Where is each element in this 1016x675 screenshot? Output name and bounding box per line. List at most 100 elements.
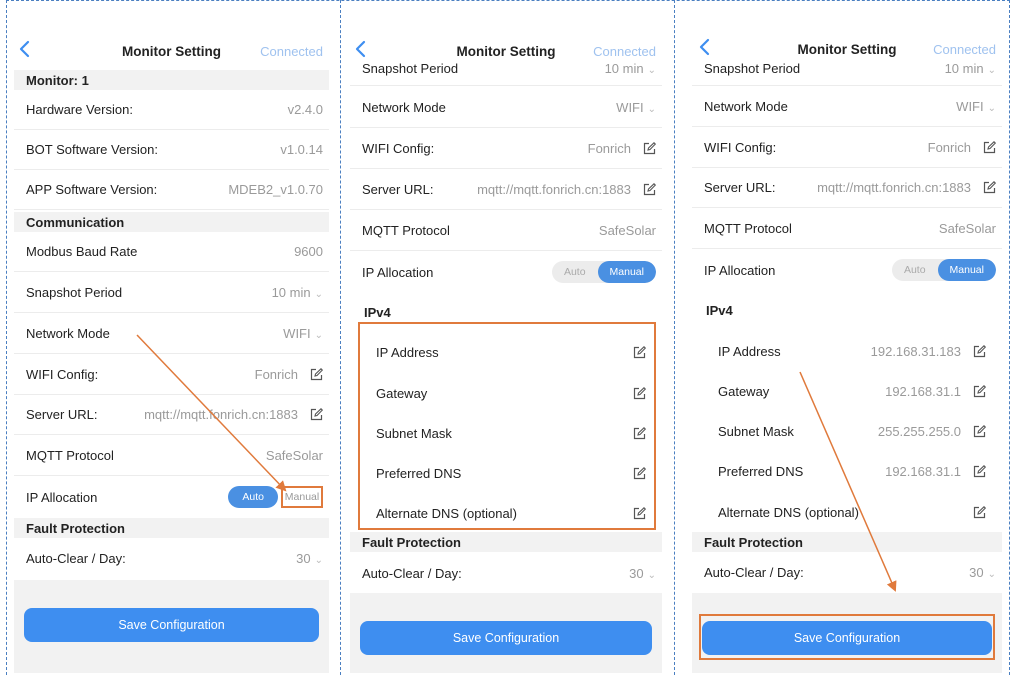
row-mqtt-protocol[interactable]: MQTT Protocol SafeSolar	[14, 436, 329, 476]
edit-icon[interactable]	[643, 183, 656, 196]
edit-icon[interactable]	[643, 142, 656, 155]
save-configuration-button[interactable]: Save Configuration	[24, 608, 319, 642]
edit-icon[interactable]	[983, 141, 996, 154]
row-label: Alternate DNS (optional)	[376, 505, 517, 521]
section-fault-protection: Fault Protection	[14, 518, 329, 538]
row-value: Fonrich	[927, 140, 971, 155]
auto-option[interactable]: Auto	[552, 261, 598, 283]
row-label: Snapshot Period	[362, 61, 459, 76]
row-value: SafeSolar	[265, 448, 323, 463]
row-gateway[interactable]: Gateway 192.168.31.1	[692, 371, 1002, 411]
row-value: v2.4.0	[287, 102, 323, 117]
row-value: mqtt://mqtt.fonrich.cn:1883	[477, 182, 631, 197]
row-bot-software-version: BOT Software Version: v1.0.14	[14, 130, 329, 170]
chevron-down-icon: ⌄	[314, 554, 323, 566]
row-hardware-version: Hardware Version: v2.4.0	[14, 90, 329, 130]
save-configuration-button[interactable]: Save Configuration	[702, 621, 992, 655]
row-auto-clear[interactable]: Auto-Clear / Day: 30 ⌄	[692, 552, 1002, 592]
row-app-software-version: APP Software Version: MDEB2_v1.0.70	[14, 170, 329, 210]
edit-icon[interactable]	[973, 464, 986, 478]
row-wifi-config[interactable]: WIFI Config: Fonrich	[350, 129, 662, 169]
row-label: WIFI Config:	[26, 367, 99, 382]
nav-bar: Monitor Setting Connected	[350, 2, 662, 60]
row-mqtt-protocol[interactable]: MQTT Protocol SafeSolar	[692, 209, 1002, 249]
select-value: 30	[296, 550, 311, 566]
row-subnet-mask[interactable]: Subnet Mask	[350, 413, 662, 453]
row-label: Network Mode	[362, 100, 446, 115]
edit-icon[interactable]	[973, 384, 986, 398]
row-alternate-dns[interactable]: Alternate DNS (optional)	[350, 493, 662, 533]
section-fault-protection: Fault Protection	[350, 532, 662, 552]
row-network-mode[interactable]: Network Mode WIFI ⌄	[14, 314, 329, 354]
edit-icon[interactable]	[310, 368, 323, 381]
row-server-url[interactable]: Server URL: mqtt://mqtt.fonrich.cn:1883	[692, 168, 1002, 208]
row-preferred-dns[interactable]: Preferred DNS 192.168.31.1	[692, 451, 1002, 491]
row-auto-clear[interactable]: Auto-Clear / Day: 30 ⌄	[350, 553, 662, 593]
edit-icon[interactable]	[973, 424, 986, 438]
save-configuration-button[interactable]: Save Configuration	[360, 621, 652, 655]
chevron-down-icon: ⌄	[647, 569, 656, 581]
row-wifi-config[interactable]: WIFI Config: Fonrich	[692, 128, 1002, 168]
network-mode-select[interactable]: WIFI ⌄	[956, 99, 996, 114]
auto-option[interactable]: Auto	[892, 259, 938, 281]
row-modbus-baud-rate[interactable]: Modbus Baud Rate 9600	[14, 232, 329, 272]
edit-icon[interactable]	[633, 345, 646, 359]
auto-clear-select[interactable]: 30 ⌄	[969, 565, 996, 580]
row-subnet-mask[interactable]: Subnet Mask 255.255.255.0	[692, 411, 1002, 451]
row-label: Auto-Clear / Day:	[362, 565, 462, 581]
row-server-url[interactable]: Server URL: mqtt://mqtt.fonrich.cn:1883	[350, 170, 662, 210]
row-network-mode[interactable]: Network Mode WIFI ⌄	[692, 87, 1002, 127]
edit-icon[interactable]	[973, 505, 986, 519]
row-wifi-config[interactable]: WIFI Config: Fonrich	[14, 355, 329, 395]
row-mqtt-protocol[interactable]: MQTT Protocol SafeSolar	[350, 211, 662, 251]
row-ip-address[interactable]: IP Address	[350, 332, 662, 372]
row-network-mode[interactable]: Network Mode WIFI ⌄	[350, 88, 662, 128]
row-auto-clear[interactable]: Auto-Clear / Day: 30 ⌄	[14, 538, 329, 578]
row-snapshot-period[interactable]: Snapshot Period 10 min ⌄	[14, 273, 329, 313]
row-label: Auto-Clear / Day:	[26, 550, 126, 566]
select-value: WIFI	[956, 99, 984, 114]
row-value: Fonrich	[254, 367, 298, 382]
row-label: WIFI Config:	[362, 141, 435, 156]
connection-status: Connected	[933, 42, 996, 57]
edit-icon[interactable]	[633, 466, 646, 480]
snapshot-period-select[interactable]: 10 min ⌄	[272, 285, 323, 300]
section-title: Fault Protection	[704, 534, 803, 550]
row-value: 9600	[294, 244, 323, 259]
row-label: Preferred DNS	[376, 465, 462, 481]
row-alternate-dns[interactable]: Alternate DNS (optional)	[692, 492, 1002, 532]
ip-allocation-toggle[interactable]: Auto Manual	[551, 261, 656, 283]
row-label: Snapshot Period	[704, 61, 801, 76]
auto-clear-select[interactable]: 30 ⌄	[296, 551, 323, 566]
row-server-url[interactable]: Server URL: mqtt://mqtt.fonrich.cn:1883	[14, 395, 329, 435]
edit-icon[interactable]	[633, 426, 646, 440]
row-value: Fonrich	[587, 141, 631, 156]
auto-clear-select[interactable]: 30 ⌄	[629, 566, 656, 581]
network-mode-select[interactable]: WIFI ⌄	[283, 326, 323, 341]
row-label: Preferred DNS	[718, 463, 804, 479]
edit-icon[interactable]	[973, 344, 986, 358]
snapshot-period-select[interactable]: 10 min ⌄	[605, 61, 656, 76]
select-value: 10 min	[944, 61, 984, 76]
manual-option[interactable]: Manual	[597, 261, 656, 283]
edit-icon[interactable]	[633, 386, 646, 400]
edit-icon[interactable]	[633, 506, 646, 520]
row-label: IP Address	[376, 344, 439, 360]
row-ip-address[interactable]: IP Address 192.168.31.183	[692, 331, 1002, 371]
frame-right-border	[1009, 0, 1010, 675]
row-gateway[interactable]: Gateway	[350, 373, 662, 413]
row-preferred-dns[interactable]: Preferred DNS	[350, 453, 662, 493]
snapshot-period-select[interactable]: 10 min ⌄	[945, 61, 996, 76]
manual-option[interactable]: Manual	[937, 259, 996, 281]
network-mode-select[interactable]: WIFI ⌄	[616, 100, 656, 115]
ip-allocation-toggle[interactable]: Auto Manual	[891, 259, 996, 281]
manual-option[interactable]: Manual	[281, 486, 323, 508]
edit-icon[interactable]	[310, 408, 323, 421]
chevron-down-icon: ⌄	[314, 330, 323, 341]
auto-option[interactable]: Auto	[228, 486, 278, 508]
row-value: mqtt://mqtt.fonrich.cn:1883	[817, 180, 971, 195]
nav-bar: Monitor Setting Connected	[14, 2, 329, 66]
ip-allocation-toggle[interactable]: Auto Manual	[228, 486, 323, 508]
row-value: 192.168.31.183	[870, 343, 961, 359]
edit-icon[interactable]	[983, 181, 996, 194]
